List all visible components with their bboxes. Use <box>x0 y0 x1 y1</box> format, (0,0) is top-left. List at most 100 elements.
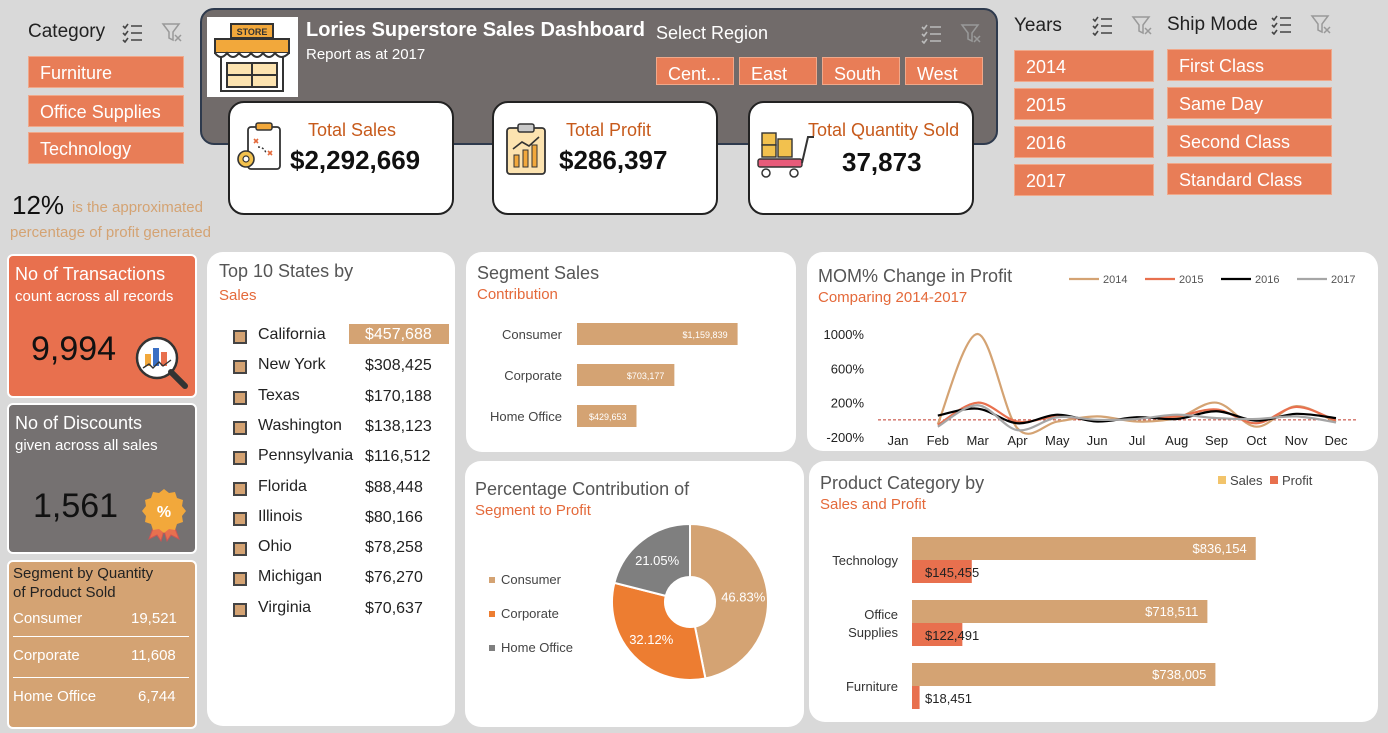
profit-note-text-a: is the approximated <box>72 199 203 216</box>
state-checkbox-icon <box>233 360 247 375</box>
top-states-card: Top 10 States by Sales California $457,68… <box>207 252 455 726</box>
total-quantity-value: 37,873 <box>842 147 922 177</box>
total-sales-card: Total Sales $2,292,669 <box>228 101 454 215</box>
shipmode-slicer-title: Ship Mode <box>1167 14 1258 35</box>
donut-legend-label: Home Office <box>501 640 573 655</box>
segment-sales-value-label: $1,159,839 <box>683 330 728 340</box>
segment-profit-card: Percentage Contribution of Segment to Pr… <box>465 461 804 727</box>
region-west-button[interactable]: West <box>905 57 983 85</box>
shipmode-same-day-button[interactable]: Same Day <box>1167 87 1332 119</box>
state-sales-value: $80,166 <box>365 508 423 526</box>
category-legend-swatch <box>1218 476 1226 484</box>
state-sales-value: $170,188 <box>365 387 432 405</box>
segment-sales-category-label: Consumer <box>502 327 563 342</box>
state-checkbox-icon <box>233 572 247 587</box>
years-multi-select-icon[interactable] <box>1091 14 1113 36</box>
category-technology-button[interactable]: Technology <box>28 132 184 164</box>
transactions-title: No of Transactions <box>15 264 166 284</box>
segment-home-office-label: Home Office <box>13 688 97 705</box>
year-2015-button[interactable]: 2015 <box>1014 88 1154 120</box>
state-name: Ohio <box>258 538 292 556</box>
year-2014-button[interactable]: 2014 <box>1014 50 1154 82</box>
state-checkbox-icon <box>233 542 247 557</box>
total-profit-value: $286,397 <box>559 145 668 175</box>
category-profit-value-label: $145,455 <box>925 565 979 580</box>
state-checkbox-icon <box>233 511 247 526</box>
mom-x-tick-label: Mar <box>966 433 989 448</box>
profit-report-icon <box>506 123 546 175</box>
segment-home-office-value: 6,744 <box>138 688 176 705</box>
store-logo: STORE <box>207 17 298 97</box>
state-name: Pennsylvania <box>258 447 354 465</box>
sales-strategy-icon <box>237 122 281 170</box>
total-profit-card: Total Profit $286,397 <box>492 101 718 215</box>
clear-filter-icon[interactable] <box>161 21 183 43</box>
region-clear-filter-icon[interactable] <box>960 22 982 44</box>
year-2017-button[interactable]: 2017 <box>1014 164 1154 196</box>
region-central-button[interactable]: Cent... <box>656 57 734 85</box>
category-office-supplies-button[interactable]: Office Supplies <box>28 95 184 127</box>
donut-legend-label: Corporate <box>501 606 559 621</box>
state-checkbox-icon <box>233 451 247 466</box>
state-name: Michigan <box>258 568 323 586</box>
svg-text:%: % <box>157 504 171 521</box>
state-checkbox-icon <box>233 481 247 496</box>
discount-badge-icon: % <box>142 489 186 543</box>
category-sales-profit-chart: Technology $836,154 $145,455 Office Supplies… <box>832 473 1313 709</box>
total-quantity-label: Total Quantity Sold <box>808 120 960 140</box>
year-2016-button[interactable]: 2016 <box>1014 126 1154 158</box>
category-profit-value-label: $18,451 <box>925 691 972 706</box>
segment-quantity-title-a: Segment by Quantity <box>13 565 154 582</box>
segment-sales-category-label: Home Office <box>490 409 562 424</box>
state-name: New York <box>258 356 326 374</box>
state-sales-value: $78,258 <box>365 539 423 557</box>
years-clear-filter-icon[interactable] <box>1131 14 1153 36</box>
mom-y-tick-label: 1000% <box>824 327 865 342</box>
shipmode-second-class-button[interactable]: Second Class <box>1167 125 1332 157</box>
region-slicer-title: Select Region <box>656 23 769 43</box>
state-sales-value: $138,123 <box>365 417 432 435</box>
shipmode-standard-class-button[interactable]: Standard Class <box>1167 163 1332 195</box>
profit-percentage: 12% <box>12 190 65 220</box>
category-axis-label: Technology <box>832 553 898 568</box>
mom-legend-label: 2017 <box>1331 274 1355 286</box>
category-furniture-button[interactable]: Furniture <box>28 56 184 88</box>
donut-legend-swatch <box>489 611 495 617</box>
discounts-subtitle: given across all sales <box>15 437 158 454</box>
shipmode-clear-filter-icon[interactable] <box>1310 13 1332 35</box>
category-sales-profit-card: Product Category by Sales and Profit Tec… <box>809 461 1378 722</box>
shipmode-first-class-button[interactable]: First Class <box>1167 49 1332 81</box>
total-sales-value: $2,292,669 <box>290 145 421 175</box>
profit-note-text-b: percentage of profit generated <box>10 224 211 241</box>
segment-quantity-title-b: of Product Sold <box>13 584 116 601</box>
mom-legend-label: 2014 <box>1103 274 1127 286</box>
category-slicer-title: Category <box>28 21 106 42</box>
multi-select-icon[interactable] <box>121 21 143 43</box>
state-name: Texas <box>258 386 300 404</box>
transactions-subtitle: count across all records <box>15 288 174 305</box>
mom-x-tick-label: Apr <box>1007 433 1028 448</box>
category-axis-label: Furniture <box>846 679 898 694</box>
mom-x-tick-label: Aug <box>1165 433 1188 448</box>
donut-legend-swatch <box>489 577 495 583</box>
category-legend-label: Profit <box>1282 473 1313 488</box>
mom-y-tick-label: 600% <box>831 361 865 376</box>
segment-sales-card: Segment Sales Contribution Consumer $1,15… <box>466 252 796 452</box>
state-sales-value: $70,637 <box>365 599 423 617</box>
segment-consumer-value: 19,521 <box>131 610 177 627</box>
donut-legend-swatch <box>489 645 495 651</box>
mom-x-tick-label: Jun <box>1087 433 1108 448</box>
region-multi-select-icon[interactable] <box>920 22 942 44</box>
category-axis-label: Office <box>864 607 898 622</box>
mom-x-tick-label: Sep <box>1205 433 1228 448</box>
transactions-card: No of Transactions count across all reco… <box>7 254 197 398</box>
category-legend-swatch <box>1270 476 1278 484</box>
shipmode-multi-select-icon[interactable] <box>1270 13 1292 35</box>
category-axis-label: Supplies <box>848 625 898 640</box>
region-south-button[interactable]: South <box>822 57 900 85</box>
region-east-button[interactable]: East <box>739 57 817 85</box>
total-profit-label: Total Profit <box>566 120 652 140</box>
category-profit-value-label: $122,491 <box>925 628 979 643</box>
state-checkbox-icon <box>233 330 247 344</box>
state-name: Virginia <box>258 598 312 616</box>
